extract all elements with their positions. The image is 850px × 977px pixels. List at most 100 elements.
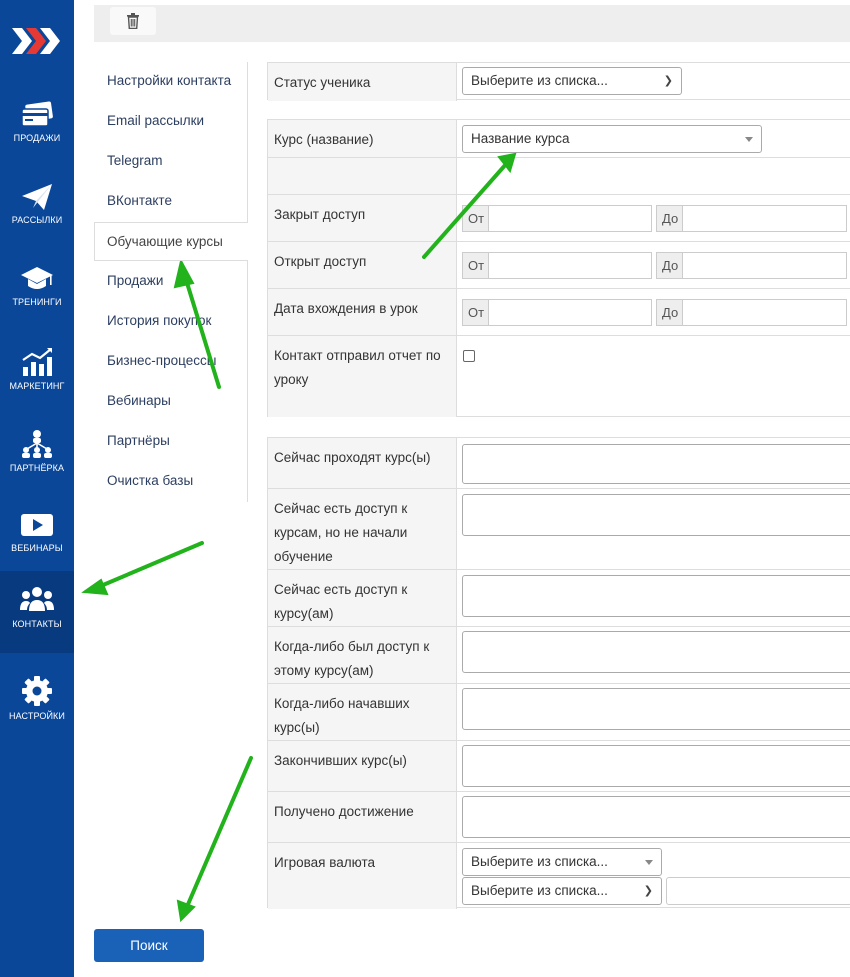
ever-started-row: Когда-либо начавших курс(ы): [268, 684, 850, 741]
course-row: Курс (название) Название курса: [268, 120, 850, 158]
student-status-row: Статус ученика Выберите из списка... ❯: [268, 63, 850, 101]
sidebar-item-label: КОНТАКТЫ: [12, 619, 62, 629]
course-filter-table: Курс (название) Название курса Закрыт до…: [267, 119, 850, 417]
arrow-head: [81, 578, 109, 596]
sidebar-item-trainings[interactable]: ТРЕНИНГИ: [0, 251, 74, 333]
chevron-down-icon: ❯: [663, 75, 673, 87]
sidebar-item-sales[interactable]: ПРОДАЖИ: [0, 87, 74, 169]
game-currency-value-input[interactable]: [666, 877, 850, 905]
access-not-started-row: Сейчас есть доступ к курсам, но не начал…: [268, 489, 850, 570]
sidebar-item-settings[interactable]: НАСТРОЙКИ: [0, 661, 74, 743]
tab-divider: [247, 62, 248, 502]
now-taking-input[interactable]: [462, 444, 850, 484]
access-closed-row: Закрыт доступ От До: [268, 195, 850, 242]
tab-business-processes[interactable]: Бизнес-процессы: [107, 353, 216, 373]
access-open-to-input[interactable]: [682, 252, 847, 279]
student-status-select[interactable]: Выберите из списка... ❯: [462, 67, 682, 95]
paper-plane-icon: [22, 184, 52, 210]
toolbar: [94, 5, 850, 42]
tab-sales[interactable]: Продажи: [107, 273, 163, 293]
course-select[interactable]: Название курса: [462, 125, 762, 153]
student-status-table: Статус ученика Выберите из списка... ❯: [267, 62, 850, 101]
has-access-now-row: Сейчас есть доступ к курсу(ам): [268, 570, 850, 627]
tab-telegram[interactable]: Telegram: [107, 153, 163, 173]
tab-purchase-history[interactable]: История покупок: [107, 313, 211, 333]
game-currency-operator-select[interactable]: Выберите из списка... ❯: [462, 877, 662, 905]
access-open-label: Открыт доступ: [268, 242, 457, 288]
has-access-now-label: Сейчас есть доступ к курсу(ам): [268, 570, 457, 626]
sidebar-item-label: РАССЫЛКИ: [11, 215, 63, 225]
lesson-entry-date-label: Дата вхождения в урок: [268, 289, 457, 335]
arrow-to-search: [184, 756, 253, 911]
delete-button[interactable]: [110, 7, 156, 35]
sidebar-item-marketing[interactable]: МАРКЕТИНГ: [0, 333, 74, 415]
card-icon: [21, 101, 53, 127]
sidebar-item-partners[interactable]: ПАРТНЁРКА: [0, 415, 74, 497]
chevron-down-icon: ❯: [643, 885, 653, 897]
access-not-started-input[interactable]: [462, 494, 850, 536]
chart-icon: [22, 348, 52, 376]
lesson-entry-date-row: Дата вхождения в урок От До: [268, 289, 850, 336]
report-sent-row: Контакт отправил отчет по уроку: [268, 336, 850, 417]
sidebar-item-label: ВЕБИНАРЫ: [11, 543, 63, 553]
logo[interactable]: [12, 26, 62, 56]
sidebar-item-webinars[interactable]: ВЕБИНАРЫ: [0, 497, 74, 579]
tab-vkontakte[interactable]: ВКонтакте: [107, 193, 172, 213]
to-addon: До: [656, 299, 683, 326]
graduation-cap-icon: [21, 267, 53, 289]
tab-partners[interactable]: Партнёры: [107, 433, 170, 453]
tab-webinars[interactable]: Вебинары: [107, 393, 171, 413]
lesson-entry-from-input[interactable]: [488, 299, 652, 326]
student-status-label: Статус ученика: [268, 63, 457, 101]
ever-had-access-input[interactable]: [462, 631, 850, 673]
access-closed-label: Закрыт доступ: [268, 195, 457, 241]
tab-clean-database[interactable]: Очистка базы: [107, 473, 193, 493]
gear-icon: [22, 676, 52, 706]
finished-input[interactable]: [462, 745, 850, 787]
access-closed-to-input[interactable]: [682, 205, 847, 232]
trash-icon: [127, 13, 139, 29]
play-icon: [21, 514, 53, 536]
lesson-entry-to-input[interactable]: [682, 299, 847, 326]
access-closed-from-input[interactable]: [488, 205, 652, 232]
sidebar-item-mailings[interactable]: РАССЫЛКИ: [0, 169, 74, 251]
achievement-row: Получено достижение: [268, 792, 850, 843]
sidebar-item-label: МАРКЕТИНГ: [9, 381, 65, 391]
ever-started-label: Когда-либо начавших курс(ы): [268, 684, 457, 740]
report-sent-checkbox[interactable]: [463, 350, 475, 362]
sidebar-item-label: ТРЕНИНГИ: [12, 297, 62, 307]
tab-courses[interactable]: Обучающие курсы: [94, 222, 248, 261]
tab-email-mailings[interactable]: Email рассылки: [107, 113, 204, 133]
sidebar-item-label: ПАРТНЁРКА: [9, 463, 65, 473]
arrow-head: [176, 899, 196, 923]
tab-contact-settings[interactable]: Настройки контакта: [107, 73, 231, 93]
game-currency-label: Игровая валюта: [268, 843, 457, 909]
users-icon: [20, 587, 54, 611]
now-taking-label: Сейчас проходят курс(ы): [268, 438, 457, 488]
course-progress-table: Сейчас проходят курс(ы) Сейчас есть дост…: [267, 437, 850, 909]
sidebar: ПРОДАЖИ РАССЫЛКИ ТРЕНИНГИ МАРКЕТИНГ ПАРТ…: [0, 0, 74, 977]
has-access-now-input[interactable]: [462, 575, 850, 617]
finished-label: Закончивших курс(ы): [268, 741, 457, 791]
game-currency-select[interactable]: Выберите из списка...: [462, 848, 662, 876]
from-addon: От: [462, 205, 489, 232]
empty-label: [268, 158, 457, 194]
course-label: Курс (название): [268, 120, 457, 157]
access-open-row: Открыт доступ От До: [268, 242, 850, 289]
dropdown-arrow-icon: [645, 860, 653, 865]
filter-tabs: Настройки контакта Email рассылки Telegr…: [94, 62, 248, 502]
report-sent-label: Контакт отправил отчет по уроку: [268, 336, 457, 417]
arrow-to-contacts: [94, 541, 204, 590]
network-icon: [22, 430, 52, 458]
sidebar-item-contacts[interactable]: КОНТАКТЫ: [0, 571, 74, 653]
sidebar-item-label: НАСТРОЙКИ: [9, 711, 65, 721]
ever-had-access-label: Когда-либо был доступ к этому курсу(ам): [268, 627, 457, 683]
game-currency-row: Игровая валюта Выберите из списка... Выб…: [268, 843, 850, 909]
ever-started-input[interactable]: [462, 688, 850, 730]
now-taking-row: Сейчас проходят курс(ы): [268, 438, 850, 489]
achievement-input[interactable]: [462, 796, 850, 838]
access-open-from-input[interactable]: [488, 252, 652, 279]
to-addon: До: [656, 205, 683, 232]
to-addon: До: [656, 252, 683, 279]
search-button[interactable]: Поиск: [94, 929, 204, 962]
